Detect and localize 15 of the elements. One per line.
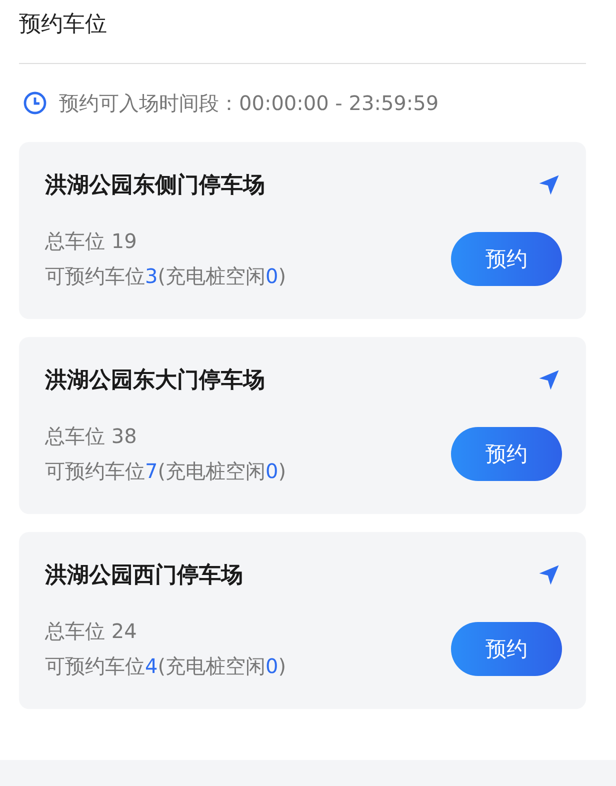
total-spaces: 总车位 19 (45, 228, 138, 255)
total-spaces: 总车位 24 (45, 618, 138, 645)
reserve-button[interactable]: 预约 (451, 622, 562, 676)
entry-time-range: 预约可入场时间段：00:00:00 - 23:59:59 (59, 90, 439, 116)
parking-lot-name: 洪湖公园东大门停车场 (45, 366, 265, 395)
total-spaces: 总车位 38 (45, 423, 138, 450)
parking-lot-name: 洪湖公园西门停车场 (45, 562, 243, 590)
parking-lot-name: 洪湖公园东侧门停车场 (45, 172, 265, 200)
available-spaces: 可预约车位4(充电桩空闲0) (45, 653, 286, 680)
available-spaces: 可预约车位7(充电桩空闲0) (45, 458, 286, 485)
reserve-button[interactable]: 预约 (451, 232, 562, 286)
reserve-button[interactable]: 预约 (451, 427, 562, 481)
clock-icon (23, 91, 47, 115)
page-title: 预约车位 (19, 0, 586, 64)
available-spaces: 可预约车位3(充电桩空闲0) (45, 263, 286, 290)
